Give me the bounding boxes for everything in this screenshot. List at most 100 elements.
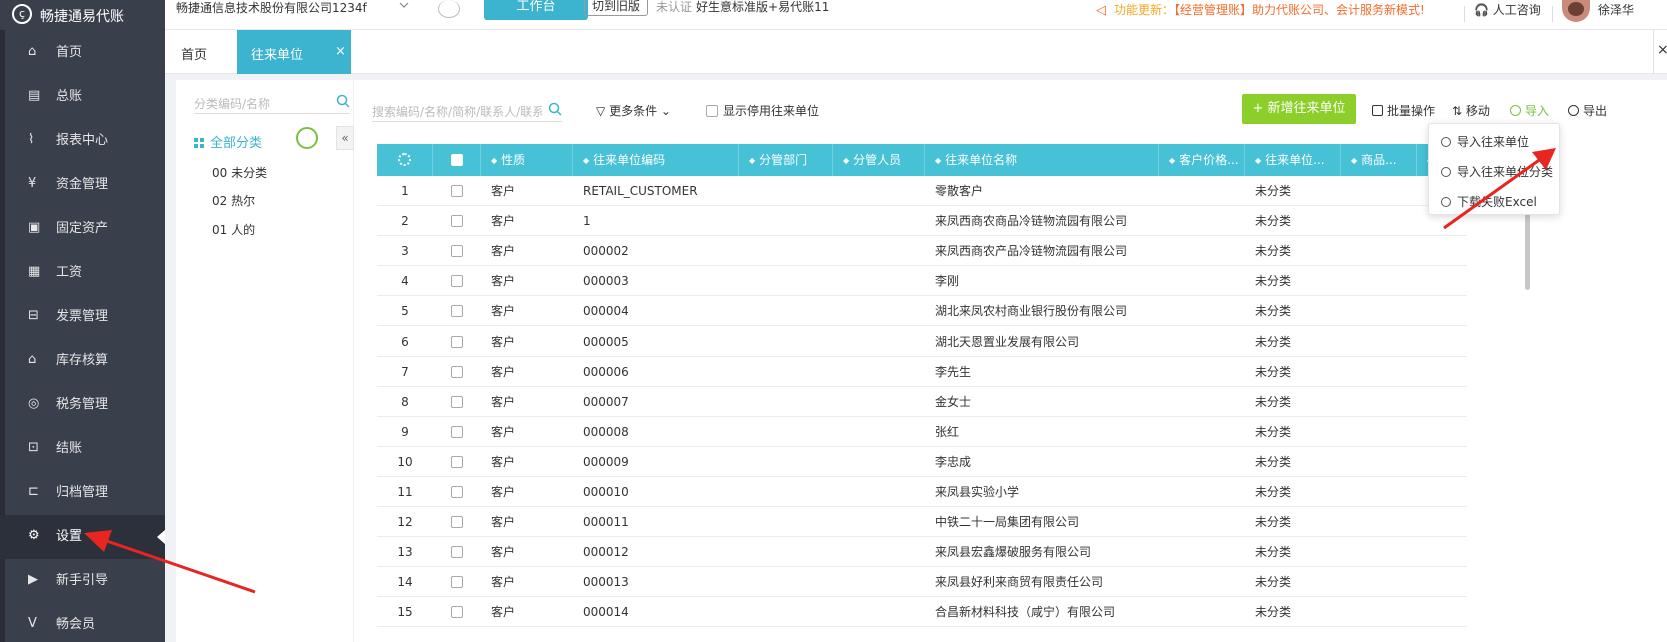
category-item[interactable]: 02 热尔 (212, 192, 255, 209)
sidebar-item[interactable]: ◎ 税务管理 (0, 383, 165, 427)
column-header[interactable]: ◆ 往来单位... (1245, 144, 1341, 176)
select-all[interactable] (433, 144, 481, 176)
update-notice[interactable]: ◁ 功能更新：【经营管理账】助力代账公司、会计服务新模式! (1096, 2, 1425, 19)
tab-home[interactable]: 首页 (181, 44, 207, 63)
sidebar-item[interactable]: ⊡ 结账 (0, 427, 165, 471)
sidebar-item[interactable]: ⚙ 设置 (0, 515, 165, 559)
column-header[interactable]: ◆ 性质 (481, 144, 573, 176)
logo[interactable]: ç 畅捷通易代账 (0, 0, 165, 30)
category-item[interactable]: 01 人的 (212, 221, 255, 238)
table-row[interactable]: 9 客户 000008 张红 未分类 (377, 417, 1467, 447)
row-checkbox[interactable] (451, 275, 463, 288)
column-header[interactable]: ◆ 往来单位名称 (925, 144, 1159, 176)
sidebar-item[interactable]: ▣ 固定资产 (0, 207, 165, 251)
category-item[interactable]: 00 未分类 (212, 164, 267, 181)
search-icon[interactable] (548, 102, 562, 116)
username[interactable]: 徐泽华 (1598, 2, 1634, 18)
row-checkbox[interactable] (451, 576, 463, 589)
export-button[interactable]: 导出 (1568, 102, 1607, 119)
support-link[interactable]: 🎧 人工咨询 (1474, 2, 1541, 18)
add-unit-button[interactable]: + 新增往来单位 (1242, 94, 1356, 124)
select-all-checkbox[interactable] (450, 154, 463, 166)
table-row[interactable]: 4 客户 000003 李刚 未分类 (377, 266, 1467, 297)
table-row[interactable]: 14 客户 000013 来凤县好利来商贸有限责任公司 未分类 (377, 567, 1467, 598)
sidebar-item[interactable]: ▤ 总账 (0, 75, 165, 119)
table-row[interactable]: 1 客户 RETAIL_CUSTOMER 零散客户 未分类 (377, 176, 1467, 206)
column-header[interactable]: ◆ 分管人员 (833, 144, 925, 176)
tab-bar-close[interactable]: × (1653, 30, 1667, 74)
switch-old-version-button[interactable]: 切到旧版 (584, 0, 648, 16)
row-checkbox[interactable] (451, 606, 463, 619)
import-units-item[interactable]: 导入往来单位 (1441, 133, 1529, 150)
category-all[interactable]: 全部分类 (194, 132, 262, 151)
row-checkbox[interactable] (451, 215, 463, 228)
batch-operation-button[interactable]: 批量操作 (1372, 102, 1435, 119)
move-button[interactable]: ⇅ 移动 (1452, 102, 1490, 119)
tab-contacts[interactable]: 往来单位 × (237, 30, 351, 74)
show-disabled-checkbox[interactable]: 显示停用往来单位 (706, 102, 819, 119)
table-cell: 来凤西商农商品冷链物流园有限公司 (935, 214, 1128, 229)
download-failed-excel-item[interactable]: 下载失败Excel (1441, 193, 1537, 210)
table-row[interactable]: 8 客户 000007 金女士 未分类 (377, 387, 1467, 417)
row-checkbox[interactable] (451, 365, 463, 378)
column-settings[interactable] (377, 144, 433, 176)
sidebar-item[interactable]: ¥ 资金管理 (0, 163, 165, 207)
column-header[interactable]: ◆ 往来单位编码 (573, 144, 739, 176)
scrollbar[interactable] (1525, 210, 1530, 290)
row-checkbox[interactable] (451, 305, 463, 318)
row-checkbox[interactable] (451, 486, 463, 498)
sidebar-item[interactable]: V 畅会员 (0, 603, 165, 642)
table-row[interactable]: 7 客户 000006 李先生 未分类 (377, 357, 1467, 387)
sidebar-item-label: 资金管理 (56, 177, 109, 192)
import-button[interactable]: 导入 (1510, 102, 1549, 119)
chevron-down-icon[interactable] (398, 0, 410, 12)
row-checkbox[interactable] (451, 516, 463, 529)
table-row[interactable]: 13 客户 000012 来凤县宏鑫爆破服务有限公司 未分类 (377, 537, 1467, 568)
company-selector[interactable]: 畅捷通信息技术股份有限公司1234f (176, 0, 367, 16)
more-conditions-filter[interactable]: ▽ 更多条件 ⌄ (596, 102, 671, 119)
column-header[interactable]: ◆ 商品... (1341, 144, 1417, 176)
sidebar-item[interactable]: ⌂ 首页 (0, 31, 165, 75)
row-checkbox[interactable] (451, 245, 463, 258)
table-row[interactable]: 5 客户 000004 湖北来凤农村商业银行股份有限公司 未分类 (377, 296, 1467, 327)
table-row[interactable]: 12 客户 000011 中铁二十一局集团有限公司 未分类 (377, 507, 1467, 538)
table-cell: 15 (397, 605, 413, 620)
sidebar-item[interactable]: ⌂ 库存核算 (0, 339, 165, 383)
avatar[interactable] (1562, 0, 1590, 22)
row-checkbox[interactable] (451, 335, 463, 348)
table-row[interactable]: 3 客户 000002 来凤西商农产品冷链物流园有限公司 未分类 (377, 236, 1467, 267)
sidebar-item[interactable]: ▦ 工资 (0, 251, 165, 295)
sidebar-item-label: 报表中心 (56, 133, 109, 148)
row-select (433, 266, 481, 296)
table-row[interactable]: 2 客户 1 来凤西商农商品冷链物流园有限公司 未分类 (377, 206, 1467, 237)
sidebar-item[interactable]: ▶ 新手引导 (0, 559, 165, 603)
close-icon[interactable]: × (1657, 42, 1667, 58)
category-search-input[interactable]: 分类编码/名称 (194, 90, 350, 114)
table-row[interactable]: 15 客户 000014 合昌新材料科技（咸宁）有限公司 未分类 (377, 597, 1467, 628)
table-row[interactable]: 6 客户 000005 湖北天恩置业发展有限公司 未分类 (377, 327, 1467, 357)
sidebar-item[interactable]: ⊟ 发票管理 (0, 295, 165, 339)
gear-icon[interactable] (398, 153, 411, 166)
import-icon (1510, 105, 1521, 116)
table-row[interactable]: 11 客户 000010 来凤县实验小学 未分类 (377, 477, 1467, 507)
column-header[interactable]: ◆ 客户价格... (1159, 144, 1245, 176)
checkbox[interactable] (706, 105, 718, 117)
row-select (433, 417, 481, 447)
sidebar-item[interactable]: ⊏ 归档管理 (0, 471, 165, 515)
row-checkbox[interactable] (451, 395, 463, 408)
table-row[interactable]: 10 客户 000009 李忠成 未分类 (377, 447, 1467, 477)
unit-search-input[interactable]: 搜索编码/名称/简称/联系人/联系 (372, 98, 562, 122)
collapse-panel-button[interactable]: « (336, 126, 354, 150)
row-checkbox[interactable] (451, 185, 463, 197)
sidebar-item[interactable]: ⌇ 报表中心 (0, 119, 165, 163)
column-header[interactable]: ◆ 分管部门 (739, 144, 833, 176)
calendar-icon[interactable] (438, 0, 460, 18)
search-icon[interactable] (336, 94, 350, 108)
row-checkbox[interactable] (451, 425, 463, 438)
workbench-button[interactable]: 工作台 (484, 0, 588, 20)
row-checkbox[interactable] (451, 546, 463, 559)
row-checkbox[interactable] (451, 455, 463, 468)
import-unit-categories-item[interactable]: 导入往来单位分类 (1441, 163, 1553, 180)
close-icon[interactable]: × (335, 44, 346, 59)
edit-category-icon[interactable] (296, 127, 318, 149)
